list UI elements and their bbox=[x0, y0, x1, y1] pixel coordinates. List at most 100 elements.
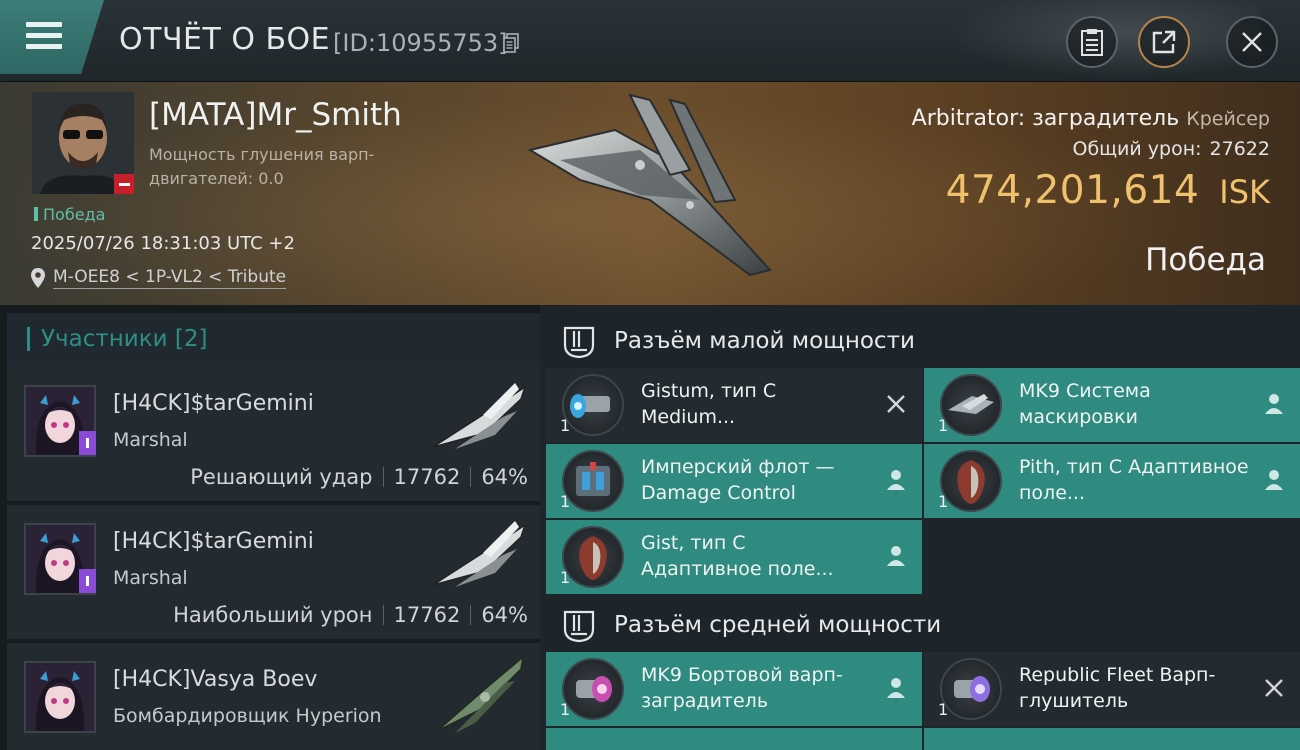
hostile-status-icon bbox=[114, 174, 134, 194]
cloak-icon bbox=[940, 374, 1002, 436]
participant-stats: Наибольший урон 17762 64% bbox=[173, 603, 528, 627]
mid-slot-header: Разъём средней мощности bbox=[540, 595, 1300, 653]
pilot-icon bbox=[887, 470, 905, 490]
module-name: Имперский флот — Damage Control bbox=[641, 456, 835, 504]
isk-loss: 474,201,614 ISK bbox=[946, 168, 1270, 213]
close-icon bbox=[1242, 32, 1262, 52]
module-qty: 1 bbox=[938, 492, 949, 511]
share-icon bbox=[1152, 30, 1176, 54]
low-slot-title: Разъём малой мощности bbox=[614, 328, 915, 354]
ship-name: Arbitrator: заградитель bbox=[911, 106, 1180, 131]
shield-extender-icon bbox=[562, 374, 624, 436]
pilot-icon bbox=[887, 546, 905, 566]
module-name: Gist, тип C Адаптивное поле... bbox=[641, 532, 834, 580]
participant-row[interactable]: [H4CK]Vasya Boev Бомбардировщик Hyperion bbox=[7, 643, 540, 750]
module-qty: 1 bbox=[560, 568, 571, 587]
warp-scramble-strength: Мощность глушения варп-двигателей: 0.0 bbox=[149, 145, 375, 188]
damage-control-icon bbox=[562, 450, 624, 512]
share-button[interactable] bbox=[1138, 16, 1190, 68]
warp-disruptor-icon bbox=[562, 658, 624, 720]
isk-value: 474,201,614 bbox=[945, 168, 1200, 213]
module-item[interactable]: 1 Gistum, тип C Medium... bbox=[546, 368, 922, 442]
pilot-icon bbox=[1265, 470, 1283, 490]
warp-scrambler-icon bbox=[940, 658, 1002, 720]
participant-name[interactable]: [H4CK]Vasya Boev bbox=[113, 667, 317, 692]
low-slot-icon bbox=[563, 326, 595, 359]
location-pin-icon bbox=[31, 268, 45, 288]
module-qty: 1 bbox=[560, 492, 571, 511]
module-qty: 1 bbox=[938, 700, 949, 719]
module-name: Republic Fleet Варп-глушитель bbox=[1019, 664, 1216, 712]
pilot-icon bbox=[887, 678, 905, 698]
isk-unit: ISK bbox=[1219, 173, 1270, 211]
module-name: Gistum, тип C Medium... bbox=[641, 380, 777, 428]
outcome-label: Победа bbox=[1145, 242, 1266, 278]
victim-ship[interactable]: Arbitrator: заградитель Крейсер bbox=[912, 106, 1270, 131]
anime-portrait-icon bbox=[26, 663, 94, 731]
copy-icon[interactable] bbox=[503, 33, 519, 53]
module-item[interactable]: 1 MK9 Система маскировки bbox=[924, 368, 1300, 442]
module-item-partial[interactable] bbox=[546, 728, 922, 750]
module-item[interactable]: 1 Republic Fleet Варп-глушитель bbox=[924, 652, 1300, 726]
module-qty: 1 bbox=[560, 700, 571, 719]
participant-ship: Бомбардировщик Hyperion bbox=[113, 705, 382, 727]
mid-slot-icon bbox=[563, 610, 595, 643]
module-name: Pith, тип C Адаптивное поле... bbox=[1019, 456, 1249, 504]
alliance-badge-icon bbox=[79, 569, 96, 593]
low-slot-header: Разъём малой мощности bbox=[540, 311, 1300, 369]
module-item[interactable]: 1 Gist, тип C Адаптивное поле... bbox=[546, 520, 922, 594]
ship-thumbnail-icon bbox=[432, 521, 527, 587]
module-qty: 1 bbox=[560, 416, 571, 435]
module-name: MK9 Система маскировки bbox=[1019, 380, 1151, 428]
mid-slot-title: Разъём средней мощности bbox=[614, 612, 942, 638]
participants-header[interactable]: Участники [2] bbox=[7, 313, 540, 367]
module-item[interactable]: 1 Имперский флот — Damage Control bbox=[546, 444, 922, 518]
total-damage-value: 27622 bbox=[1209, 138, 1270, 160]
participant-row[interactable]: [H4CK]$tarGemini Marshal Решающий удар 17… bbox=[7, 367, 540, 501]
module-qty: 1 bbox=[938, 416, 949, 435]
participants-panel: Участники [2] [H4CK]$tarGemini Marshal Р… bbox=[0, 305, 540, 750]
destroyed-icon bbox=[887, 395, 905, 413]
ship-render-icon bbox=[527, 93, 772, 277]
participant-role: Решающий удар bbox=[190, 465, 373, 489]
victim-name[interactable]: [MATA]Mr_Smith bbox=[149, 97, 402, 133]
report-id: [ID:10955753] bbox=[333, 29, 508, 57]
participant-name[interactable]: [H4CK]$tarGemini bbox=[113, 529, 314, 554]
pilot-icon bbox=[1265, 394, 1283, 414]
location-link[interactable]: M-OEE8 < 1P-VL2 < Tribute bbox=[53, 267, 287, 289]
participant-damage: 17762 bbox=[393, 603, 461, 627]
module-item[interactable]: 1 MK9 Бортовой варп-заградитель bbox=[546, 652, 922, 726]
kill-datetime: 2025/07/26 18:31:03 UTC +2 bbox=[31, 233, 295, 254]
close-button[interactable] bbox=[1226, 16, 1278, 68]
module-name: MK9 Бортовой варп-заградитель bbox=[641, 664, 843, 712]
module-item-partial[interactable] bbox=[924, 728, 1300, 750]
participant-row[interactable]: [H4CK]$tarGemini Marshal Наибольший урон… bbox=[7, 505, 540, 639]
alliance-badge-icon bbox=[79, 431, 96, 455]
participant-ship: Marshal bbox=[113, 429, 188, 451]
result-tag: Победа bbox=[34, 205, 105, 224]
participant-stats: Решающий удар 17762 64% bbox=[190, 465, 528, 489]
participant-role: Наибольший урон bbox=[173, 603, 373, 627]
ship-thumbnail-icon bbox=[432, 383, 527, 449]
page-title: ОТЧЁТ О БОЕ bbox=[119, 22, 331, 57]
total-damage-label: Общий урон: bbox=[1072, 138, 1202, 160]
kill-location[interactable]: M-OEE8 < 1P-VL2 < Tribute bbox=[31, 267, 287, 289]
total-damage: Общий урон: 27622 bbox=[1072, 138, 1270, 160]
destroyed-icon bbox=[1265, 679, 1283, 697]
fitting-panel: Разъём малой мощности 1 Gistum, тип C Me… bbox=[540, 305, 1300, 750]
participant-ship: Marshal bbox=[113, 567, 188, 589]
adaptive-field-icon bbox=[940, 450, 1002, 512]
participants-title: Участники [2] bbox=[41, 326, 208, 352]
top-bar: ОТЧЁТ О БОЕ [ID:10955753] bbox=[0, 0, 1300, 82]
ship-class: Крейсер bbox=[1186, 108, 1270, 130]
victim-summary: [MATA]Mr_Smith Мощность глушения варп-дв… bbox=[0, 82, 1300, 305]
ship-thumbnail-icon bbox=[436, 655, 525, 733]
participant-name[interactable]: [H4CK]$tarGemini bbox=[113, 391, 314, 416]
module-item[interactable]: 1 Pith, тип C Адаптивное поле... bbox=[924, 444, 1300, 518]
participant-percent: 64% bbox=[481, 465, 528, 489]
participant-damage: 17762 bbox=[393, 465, 461, 489]
report-details-button[interactable] bbox=[1066, 16, 1118, 68]
adaptive-field-icon bbox=[562, 526, 624, 588]
clipboard-icon bbox=[1081, 29, 1103, 56]
menu-button[interactable] bbox=[0, 0, 104, 74]
